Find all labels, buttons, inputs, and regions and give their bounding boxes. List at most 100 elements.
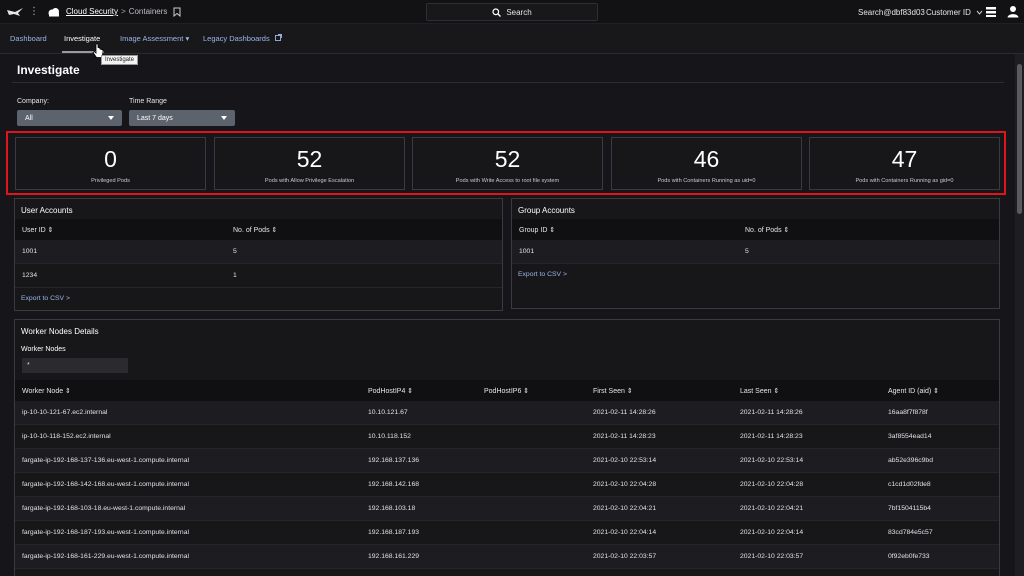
cell-worker-node: fargate-ip-192-168-187-193.eu-west-1.com… [22,529,189,536]
table-header: User ID ⇕ No. of Pods ⇕ [15,219,502,240]
table-row: 1001 5 [512,240,999,264]
worker-nodes-filter-label: Worker Nodes [21,346,66,353]
company-select[interactable]: All [17,110,122,126]
breadcrumb-containers: Containers [128,7,168,16]
stat-value: 47 [891,146,918,172]
cell-first-seen: 2021-02-10 22:03:57 [593,553,657,560]
cell-user-id: 1234 [22,272,38,279]
panel-title: Group Accounts [518,206,575,215]
cell-last-seen: 2021-02-11 14:28:23 [740,433,803,440]
customer-id-label: Customer ID [926,8,971,17]
caret-down-icon [221,116,227,120]
tab-dashboard[interactable]: Dashboard [10,34,47,43]
table-row: 1001 5 [15,240,502,264]
cell-worker-node: ip-10-10-118-152.ec2.internal [22,433,111,440]
column-header-no-of-pods[interactable]: No. of Pods ⇕ [233,226,277,234]
menu-dots-icon[interactable]: ⋮ [29,6,39,17]
global-search-button[interactable]: Search [426,3,598,21]
cell-group-id: 1001 [519,248,535,255]
cell-agent-id: 7bf1504115b4 [888,505,931,512]
user-icon[interactable] [1007,5,1019,18]
cell-no-of-pods: 5 [233,248,237,255]
tab-legacy-dashboards[interactable]: Legacy Dashboards [203,34,282,43]
time-range-select[interactable]: Last 7 days [129,110,235,126]
table-row[interactable]: fargate-ip-192-168-187-193.eu-west-1.com… [15,521,999,545]
column-header-no-of-pods[interactable]: No. of Pods ⇕ [745,226,789,234]
stat-value: 52 [296,146,323,172]
customer-id-dropdown[interactable]: Customer ID [926,8,983,17]
cell-podhostip4: 192.168.137.136 [368,457,420,464]
stat-value: 52 [494,146,521,172]
cell-worker-node: fargate-ip-192-168-103-18.eu-west-1.comp… [22,505,186,512]
cell-no-of-pods: 5 [745,248,749,255]
column-header-podhostip4[interactable]: PodHostIP4 ⇕ [368,387,413,395]
column-header-user-id[interactable]: User ID ⇕ [22,226,54,234]
table-row[interactable]: fargate-ip-192-168-137-136.eu-west-1.com… [15,449,999,473]
column-header-podhostip6[interactable]: PodHostIP6 ⇕ [484,387,529,395]
cell-first-seen: 2021-02-11 14:28:26 [593,409,656,416]
table-row: 1234 1 [15,264,502,288]
column-header-group-id[interactable]: Group ID ⇕ [519,226,555,234]
stat-card-privileged-pods[interactable]: 0 Privileged Pods [15,137,206,190]
cell-last-seen: 2021-02-10 22:03:57 [740,553,804,560]
table-row[interactable]: fargate-ip-192-168-142-168.eu-west-1.com… [15,473,999,497]
cell-agent-id: 16aa8f7f878f [888,409,928,416]
user-accounts-panel: User Accounts User ID ⇕ No. of Pods ⇕ 10… [14,198,503,311]
company-value: All [25,114,33,122]
chevron-down-icon [976,10,983,15]
cloud-security-link[interactable]: Cloud Security [66,7,118,16]
investigate-tooltip: Investigate [101,55,139,65]
cell-podhostip4: 192.168.103.18 [368,505,416,512]
search-icon [492,7,502,17]
stat-card-uid-zero[interactable]: 46 Pods with Containers Running as uid=0 [611,137,802,190]
bookmark-icon[interactable] [173,7,181,17]
cell-first-seen: 2021-02-10 22:53:14 [593,457,657,464]
stat-label: Privileged Pods [91,178,130,184]
cell-podhostip4: 192.168.142.168 [368,481,420,488]
cell-first-seen: 2021-02-10 22:04:28 [593,481,657,488]
table-row[interactable]: fargate-ip-192-168-161-229.eu-west-1.com… [15,545,999,569]
cell-podhostip4: 10.10.121.67 [368,409,408,416]
search-term-text[interactable]: Search@dbf83d03 [858,8,925,17]
cell-no-of-pods: 1 [233,272,237,279]
search-label: Search [506,7,532,17]
cell-first-seen: 2021-02-10 22:04:21 [593,505,657,512]
column-header-first-seen[interactable]: First Seen ⇕ [593,387,633,395]
cell-worker-node: fargate-ip-192-168-161-229.eu-west-1.com… [22,553,189,560]
export-csv-link[interactable]: Export to CSV > [21,295,70,302]
stat-card-write-access[interactable]: 52 Pods with Write Access to root file s… [412,137,603,190]
cell-worker-node: fargate-ip-192-168-142-168.eu-west-1.com… [22,481,189,488]
worker-nodes-panel: Worker Nodes Details Worker Nodes Worker… [14,319,1000,576]
export-csv-link[interactable]: Export to CSV > [518,271,567,278]
table-row[interactable]: ip-10-10-121-67.ec2.internal 10.10.121.67… [15,401,999,425]
group-accounts-panel: Group Accounts Group ID ⇕ No. of Pods ⇕ … [511,198,1000,309]
panel-title: User Accounts [21,206,73,215]
panel-title: Worker Nodes Details [21,327,99,336]
cell-last-seen: 2021-02-10 22:04:21 [740,505,804,512]
page-title: Investigate [17,63,80,77]
menu-icon[interactable] [985,6,997,18]
table-header: Group ID ⇕ No. of Pods ⇕ [512,219,999,240]
stat-label: Pods with Containers Running as uid=0 [657,178,756,184]
table-row[interactable]: ip-10-10-118-152.ec2.internal 10.10.118.1… [15,425,999,449]
column-header-last-seen[interactable]: Last Seen ⇕ [740,387,779,395]
falcon-logo-icon[interactable] [4,0,26,24]
tab-image-assessment[interactable]: Image Assessment ▾ [120,34,189,43]
stat-label: Pods with Allow Privilege Escalation [264,178,355,184]
cell-agent-id: 83cd784e5c57 [888,529,933,536]
stat-card-gid-zero[interactable]: 47 Pods with Containers Running as gid=0 [809,137,1000,190]
worker-nodes-filter-input[interactable]: * [22,358,128,373]
column-header-worker-node[interactable]: Worker Node ⇕ [22,387,71,395]
column-header-agent-id[interactable]: Agent ID (aid) ⇕ [888,387,939,395]
cell-worker-node: fargate-ip-192-168-137-136.eu-west-1.com… [22,457,189,464]
stat-value: 0 [104,146,117,172]
nav-bar: Dashboard Investigate Image Assessment ▾… [0,24,1024,54]
external-link-icon [274,34,282,41]
stat-card-privilege-escalation[interactable]: 52 Pods with Allow Privilege Escalation [214,137,405,190]
scrollbar-thumb[interactable] [1017,64,1022,214]
cell-user-id: 1001 [22,248,38,255]
time-range-label: Time Range [129,98,167,105]
cell-first-seen: 2021-02-11 14:28:23 [593,433,656,440]
tab-investigate[interactable]: Investigate [64,34,100,43]
table-row[interactable]: fargate-ip-192-168-103-18.eu-west-1.comp… [15,497,999,521]
